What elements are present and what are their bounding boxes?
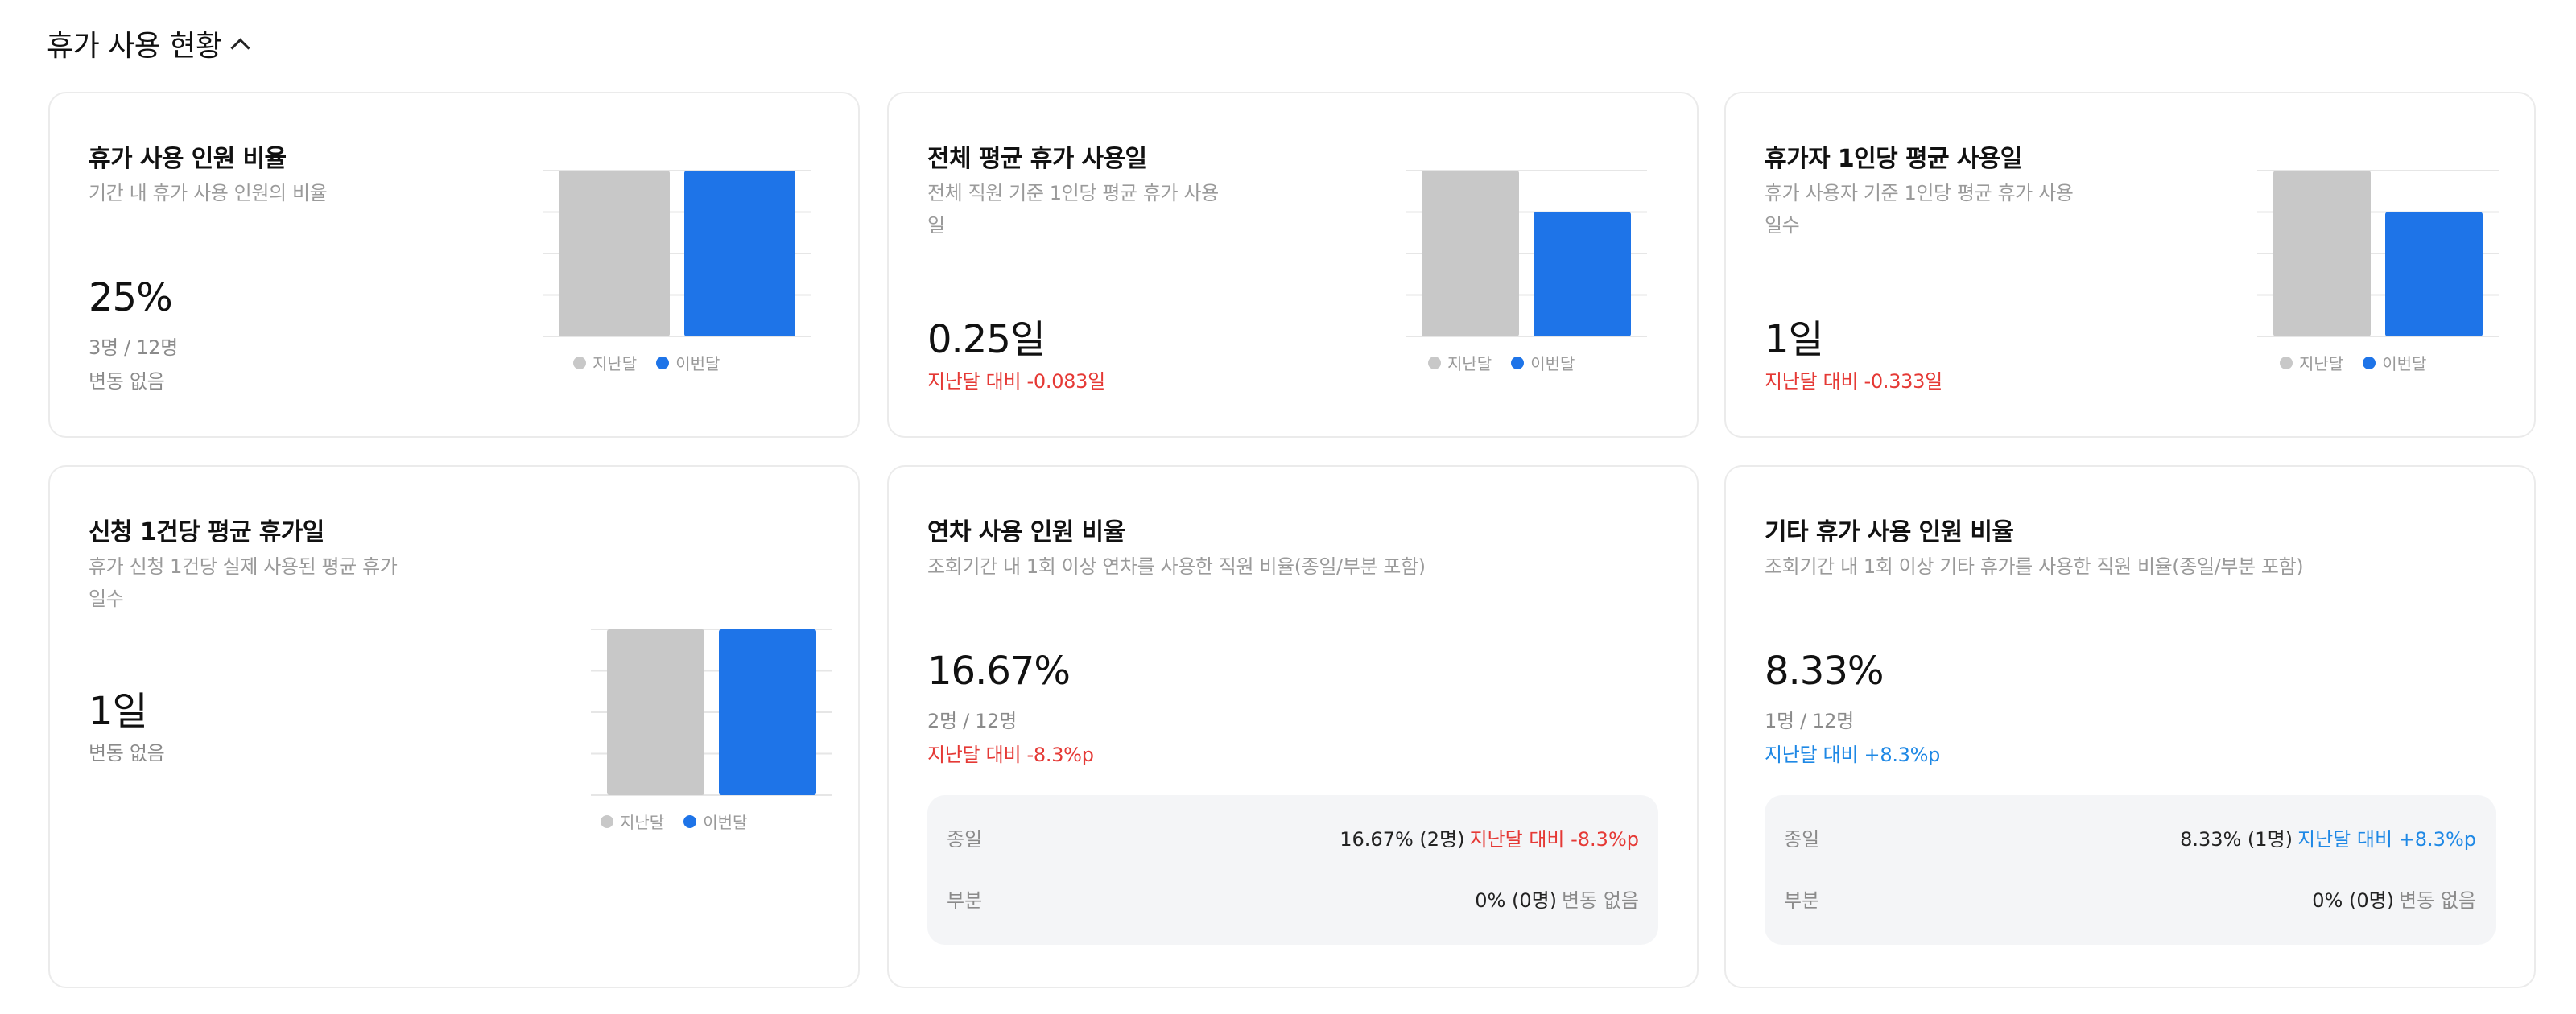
card-description: 조회기간 내 1회 이상 기타 휴가를 사용한 직원 비율(종일/부분 포함) [1765,555,2304,578]
card-description: 기간 내 휴가 사용 인원의 비율 [89,182,328,204]
breakdown-value: 16.67% (2명) [1340,827,1465,851]
breakdown-label: 부분 [1784,888,1820,912]
breakdown-change: 변동 없음 [2399,888,2476,912]
chart-legend: 지난달 이번달 [1428,351,1575,374]
bar-previous-month [1422,171,1519,336]
card-average-days-per-request: 신청 1건당 평균 휴가일 휴가 신청 1건당 실제 사용된 평균 휴가 일수 … [48,465,860,988]
breakdown-row-partial: 부분 0% (0명) 변동 없음 [1784,882,2476,914]
card-value: 8.33% [1765,649,1884,694]
comparison-chart [2257,170,2499,337]
card-description-line-2: 일 [927,214,945,237]
card-description-line-2: 일수 [1765,214,1800,237]
breakdown-change: 지난달 대비 +8.3%p [2297,827,2476,851]
breakdown-value: 8.33% (1명) [2180,827,2293,851]
card-per-user-average-leave-days: 휴가자 1인당 평균 사용일 휴가 사용자 기준 1인당 평균 휴가 사용 일수… [1724,92,2536,438]
comparison-chart [1406,170,1647,337]
card-change: 변동 없음 [89,742,165,765]
comparison-chart [543,170,811,337]
card-description-line-1: 휴가 신청 1건당 실제 사용된 평균 휴가 [89,555,398,578]
legend-prev-dot [2280,356,2293,369]
legend-curr-dot [2363,356,2376,369]
section-header[interactable]: 휴가 사용 현황 [47,23,250,64]
card-description-line-1: 전체 직원 기준 1인당 평균 휴가 사용 [927,182,1219,204]
card-title: 기타 휴가 사용 인원 비율 [1765,518,2014,546]
legend-curr-label: 이번달 [2382,354,2427,373]
breakdown-label: 부분 [947,888,983,912]
legend-prev-label: 지난달 [592,354,638,373]
legend-curr-dot [656,356,670,369]
bar-current-month [719,629,816,795]
bar-previous-month [607,629,704,795]
breakdown-panel: 종일 16.67% (2명) 지난달 대비 -8.3%p 부분 0% (0명) 변동… [927,795,1658,945]
card-value: 25% [89,275,173,320]
breakdown-row-partial: 부분 0% (0명) 변동 없음 [947,882,1639,914]
breakdown-change: 변동 없음 [1562,888,1639,912]
card-change: 변동 없음 [89,370,165,393]
legend-prev-dot [1428,356,1441,369]
card-title: 전체 평균 휴가 사용일 [927,145,1147,173]
bar-previous-month [559,171,670,336]
comparison-chart [591,629,832,796]
card-overall-average-leave-days: 전체 평균 휴가 사용일 전체 직원 기준 1인당 평균 휴가 사용 일 0.2… [887,92,1699,438]
card-annual-leave-usage-ratio: 연차 사용 인원 비율 조회기간 내 1회 이상 연차를 사용한 직원 비율(종… [887,465,1699,988]
card-change: 지난달 대비 -0.083일 [927,370,1105,393]
legend-prev-label: 지난달 [2299,354,2344,373]
card-change: 지난달 대비 -8.3%p [927,744,1094,766]
chart-legend: 지난달 이번달 [2280,351,2426,374]
bar-previous-month [2273,171,2371,336]
legend-prev-dot [573,356,586,369]
card-value: 0.25일 [927,317,1046,362]
legend-curr-dot [1511,356,1525,369]
card-description-line-2: 일수 [89,587,124,610]
chevron-up-icon[interactable] [230,37,250,58]
legend-prev-dot [601,814,613,828]
card-other-leave-usage-ratio: 기타 휴가 사용 인원 비율 조회기간 내 1회 이상 기타 휴가를 사용한 직… [1724,465,2536,988]
card-change: 지난달 대비 +8.3%p [1765,744,1941,766]
breakdown-value: 0% (0명) [2312,888,2395,912]
legend-prev-label: 지난달 [620,813,665,832]
chart-legend: 지난달 이번달 [601,810,747,833]
breakdown-change: 지난달 대비 -8.3%p [1469,827,1639,851]
card-count: 3명 / 12명 [89,336,178,359]
breakdown-value: 0% (0명) [1475,888,1558,912]
card-change: 지난달 대비 -0.333일 [1765,370,1942,393]
card-title: 휴가자 1인당 평균 사용일 [1765,145,2022,173]
bar-current-month [2385,212,2483,336]
card-count: 2명 / 12명 [927,710,1017,732]
legend-curr-label: 이번달 [675,354,720,373]
legend-curr-label: 이번달 [703,813,748,832]
card-description-line-1: 휴가 사용자 기준 1인당 평균 휴가 사용 [1765,182,2074,204]
card-title: 휴가 사용 인원 비율 [89,145,287,173]
chart-legend: 지난달 이번달 [573,351,720,374]
legend-prev-label: 지난달 [1447,354,1492,373]
card-title: 연차 사용 인원 비율 [927,518,1125,546]
breakdown-panel: 종일 8.33% (1명) 지난달 대비 +8.3%p 부분 0% (0명) 변동 … [1765,795,2496,945]
card-value: 1일 [89,689,148,734]
card-count: 1명 / 12명 [1765,710,1854,732]
breakdown-row-full-day: 종일 8.33% (1명) 지난달 대비 +8.3%p [1784,821,2476,853]
card-value: 16.67% [927,649,1071,694]
card-value: 1일 [1765,317,1824,362]
legend-curr-dot [683,814,697,828]
bar-current-month [1534,212,1631,336]
legend-curr-label: 이번달 [1530,354,1575,373]
breakdown-row-full-day: 종일 16.67% (2명) 지난달 대비 -8.3%p [947,821,1639,853]
card-description: 휴가 사용자 기준 1인당 평균 휴가 사용 일수 [1765,177,2074,241]
card-description: 전체 직원 기준 1인당 평균 휴가 사용 일 [927,177,1219,241]
card-title: 신청 1건당 평균 휴가일 [89,518,324,546]
breakdown-label: 종일 [1784,827,1820,851]
breakdown-label: 종일 [947,827,983,851]
bar-current-month [684,171,795,336]
card-description: 조회기간 내 1회 이상 연차를 사용한 직원 비율(종일/부분 포함) [927,555,1426,578]
card-leave-usage-ratio: 휴가 사용 인원 비율 기간 내 휴가 사용 인원의 비율 25% 3명 / 1… [48,92,860,438]
section-title: 휴가 사용 현황 [47,30,222,63]
card-description: 휴가 신청 1건당 실제 사용된 평균 휴가 일수 [89,550,398,615]
